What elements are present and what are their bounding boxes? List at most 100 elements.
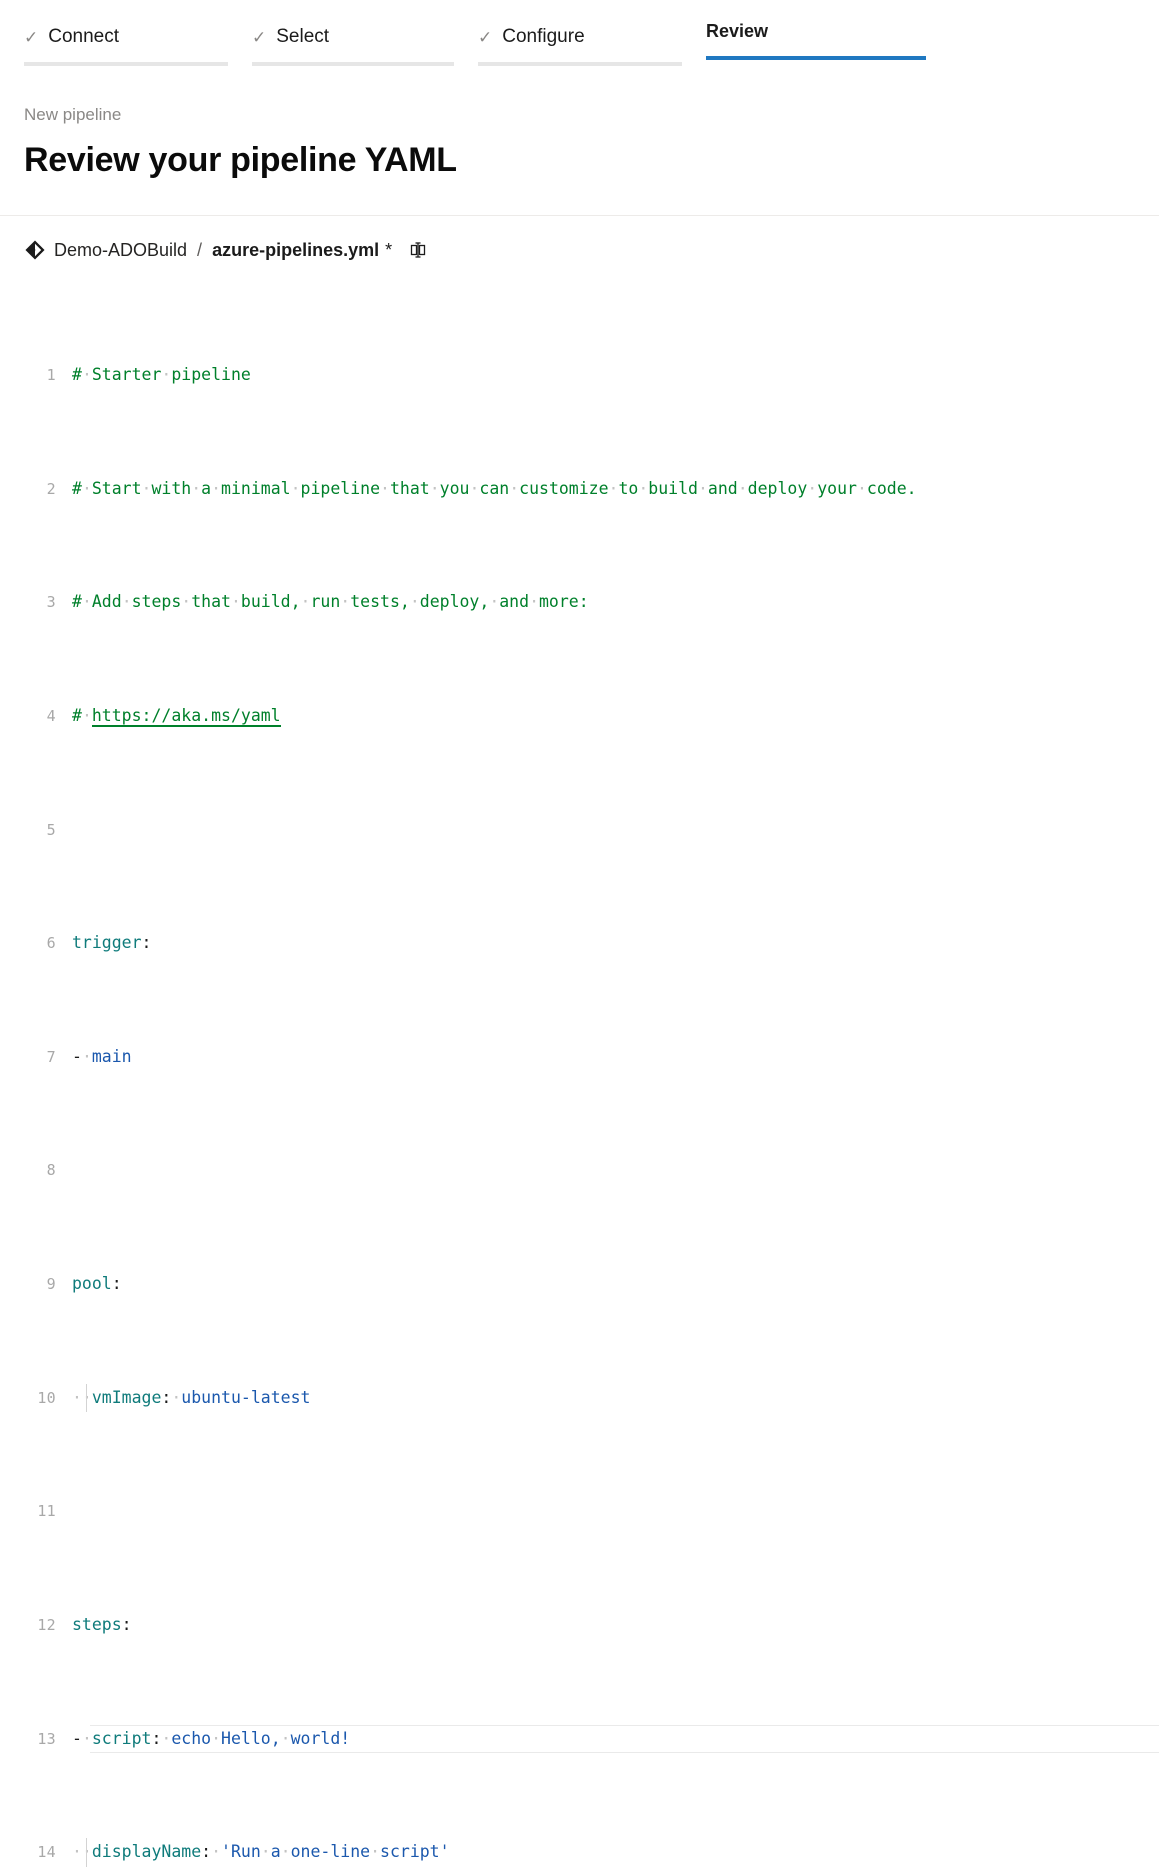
token-word: and [499,592,529,611]
token-word: build, [241,592,301,611]
whitespace-dot: · [529,592,539,611]
check-icon: ✓ [252,29,266,46]
code-line[interactable]: 12 steps: [0,1611,1159,1639]
token-value: ubuntu-latest [181,1388,310,1407]
whitespace-dot: · [857,479,867,498]
code-line[interactable]: 8 [0,1156,1159,1184]
line-number: 3 [0,588,72,616]
whitespace-dot: · [281,1729,291,1748]
page-title: Review your pipeline YAML [24,140,1135,180]
wizard-tab-review-label: Review [706,21,768,42]
code-line-current[interactable]: 13 -·script:·echo·Hello,·world! [0,1725,1159,1753]
token-word: a [201,479,211,498]
whitespace-dot: · [698,479,708,498]
whitespace-dot: · [410,592,420,611]
line-number: 9 [0,1270,72,1298]
file-name-label: azure-pipelines.yml [212,240,379,261]
wizard-tab-connect[interactable]: ✓ Connect [24,0,252,54]
code-line[interactable]: 2 #·Start·with·a·minimal·pipeline·that·y… [0,475,1159,503]
token-word: run [310,592,340,611]
whitespace-dot: · [122,592,132,611]
line-content[interactable]: #·Add·steps·that·build,·run·tests,·deplo… [72,588,1159,616]
line-content[interactable]: #·https://aka.ms/yaml [72,702,1159,730]
token-word: Starter [92,365,162,384]
whitespace-dot: · [142,479,152,498]
token-key: steps [72,1615,122,1634]
token-word: to [618,479,638,498]
code-line[interactable]: 11 [0,1497,1159,1525]
whitespace-dot: · [211,1729,221,1748]
unsaved-changes-marker: * [385,240,392,261]
line-content[interactable]: -·script:·echo·Hello,·world! [72,1725,1159,1753]
line-content[interactable]: #·Starter·pipeline [72,361,1159,389]
wizard-tab-select-label: Select [276,26,329,48]
code-line[interactable]: 5 [0,816,1159,844]
whitespace-dot: · [171,1388,181,1407]
whitespace-dot: · [181,592,191,611]
split-editor-icon[interactable] [408,240,428,260]
whitespace-dot: · [370,1842,380,1861]
line-content[interactable]: -·main [72,1043,1159,1071]
line-number: 11 [0,1497,72,1525]
code-line[interactable]: 6 trigger: [0,929,1159,957]
token-comment-hash: # [72,592,82,611]
token-comment-text: Start·with·a·minimal·pipeline·that·you·c… [92,479,917,498]
whitespace-dot: · [161,1729,171,1748]
token-word: Hello, [221,1729,281,1748]
azure-repos-icon [24,239,46,261]
code-line[interactable]: 1 #·Starter·pipeline [0,361,1159,389]
line-number: 1 [0,361,72,389]
code-line[interactable]: 7 -·main [0,1043,1159,1071]
line-content[interactable]: trigger: [72,929,1159,957]
yaml-editor[interactable]: 1 #·Starter·pipeline 2 #·Start·with·a·mi… [0,276,1159,1870]
token-key: displayName [92,1842,201,1861]
whitespace-dot: · [191,479,201,498]
whitespace-dot: · [430,479,440,498]
whitespace-dot: · [82,1729,92,1748]
wizard-tab-connect-underline [24,62,228,66]
token-colon: : [142,933,152,952]
line-content[interactable]: steps: [72,1611,1159,1639]
whitespace-dot: · [82,479,92,498]
code-line[interactable]: 3 #·Add·steps·that·build,·run·tests,·dep… [0,588,1159,616]
token-word: customize [519,479,608,498]
whitespace-dot: · [509,479,519,498]
code-line[interactable]: 4 #·https://aka.ms/yaml [0,702,1159,730]
whitespace-dot: · [301,592,311,611]
code-line[interactable]: 9 pool: [0,1270,1159,1298]
line-content[interactable]: pool: [72,1270,1159,1298]
code-line[interactable]: 14 ··displayName:·'Run·a·one-line·script… [0,1838,1159,1866]
line-content[interactable]: ··displayName:·'Run·a·one-line·script' [72,1838,1159,1866]
whitespace-dot: · [281,1842,291,1861]
token-word: 'Run [221,1842,261,1861]
token-word: more: [539,592,589,611]
line-content[interactable]: ··vmImage:·ubuntu-latest [72,1384,1159,1412]
token-word: a [271,1842,281,1861]
token-key: pool [72,1274,112,1293]
whitespace-dot: · [82,1047,92,1066]
token-word: your [817,479,857,498]
check-icon: ✓ [24,29,38,46]
code-line[interactable]: 10 ··vmImage:·ubuntu-latest [0,1384,1159,1412]
path-separator: / [195,240,204,261]
wizard-tab-review[interactable]: Review [706,0,934,48]
wizard-tab-select[interactable]: ✓ Select [252,0,478,54]
wizard-tab-configure[interactable]: ✓ Configure [478,0,706,54]
whitespace-dot: · [82,706,92,725]
whitespace-dot: · [609,479,619,498]
token-word: that [390,479,430,498]
token-key: script [92,1729,152,1748]
token-word: and [708,479,738,498]
wizard-tab-select-underline [252,62,454,66]
comment-url-link[interactable]: https://aka.ms/yaml [92,706,281,727]
wizard-tab-strip: ✓ Connect ✓ Select ✓ Configure Review [0,0,1159,80]
repo-name-link[interactable]: Demo-ADOBuild [54,240,187,261]
file-breadcrumb: Demo-ADOBuild / azure-pipelines.yml * [0,216,1159,260]
wizard-tab-connect-label: Connect [48,26,119,48]
line-number: 2 [0,475,72,503]
token-colon: : [122,1615,132,1634]
line-number: 7 [0,1043,72,1071]
token-word: with [151,479,191,498]
line-content[interactable]: #·Start·with·a·minimal·pipeline·that·you… [72,475,1159,503]
token-value: main [92,1047,132,1066]
